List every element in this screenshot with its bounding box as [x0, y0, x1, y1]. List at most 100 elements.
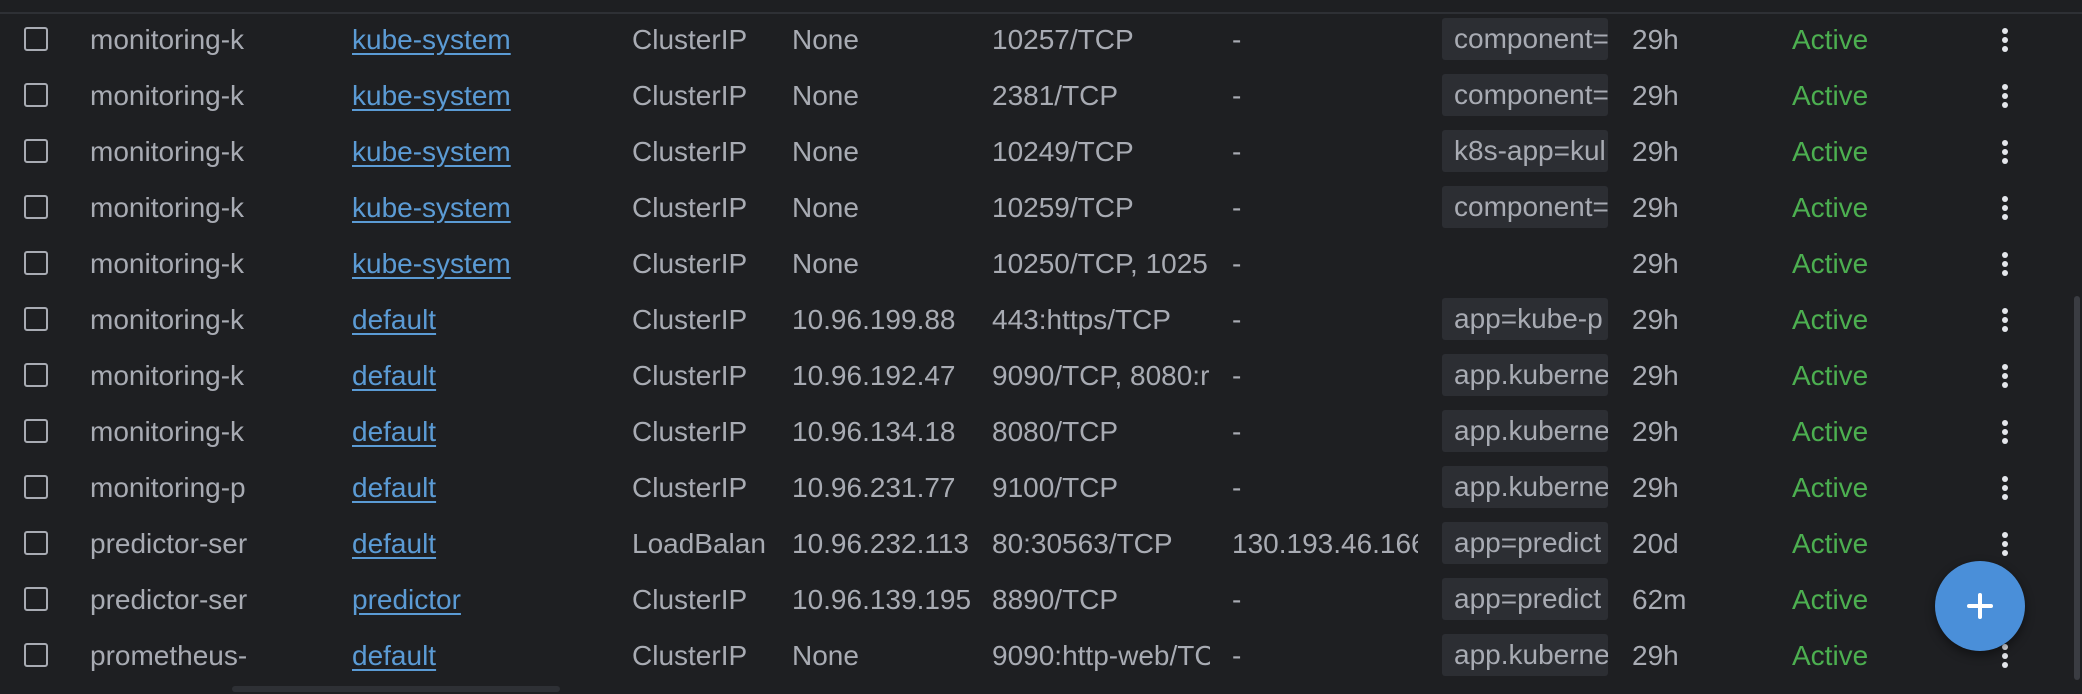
add-resource-button[interactable]	[1935, 561, 2025, 651]
table-row[interactable]: predictor-ser predictor ClusterIP 10.96.139…	[0, 572, 2052, 628]
age: 29h	[1632, 472, 1679, 503]
row-checkbox[interactable]	[24, 195, 48, 219]
row-checkbox[interactable]	[24, 531, 48, 555]
table-row[interactable]: monitoring-k kube-system ClusterIP None 1025…	[0, 12, 2052, 68]
vertical-scrollbar[interactable]	[2072, 0, 2082, 694]
namespace-link[interactable]: kube-system	[352, 248, 511, 279]
namespace-link[interactable]: kube-system	[352, 80, 511, 111]
namespace-link[interactable]: default	[352, 640, 436, 671]
namespace-link[interactable]: predictor	[352, 584, 461, 615]
horizontal-scrollbar-thumb[interactable]	[232, 686, 560, 692]
namespace-link[interactable]: default	[352, 360, 436, 391]
menu-dot	[2002, 541, 2008, 547]
service-name[interactable]: monitoring-k	[90, 124, 258, 180]
service-name[interactable]: monitoring-k	[90, 236, 258, 292]
cluster-ip: 10.96.231.77	[792, 472, 956, 503]
kebab-menu-icon[interactable]	[1990, 124, 2020, 180]
kebab-menu-icon[interactable]	[1990, 236, 2020, 292]
service-name[interactable]: monitoring-p	[90, 460, 258, 516]
namespace-link[interactable]: default	[352, 472, 436, 503]
age: 20d	[1632, 528, 1679, 559]
age: 29h	[1632, 80, 1679, 111]
row-checkbox[interactable]	[24, 475, 48, 499]
age: 62m	[1632, 584, 1687, 615]
cluster-ip: 10.96.192.47	[792, 360, 956, 391]
namespace-link[interactable]: kube-system	[352, 192, 511, 223]
service-name[interactable]: monitoring-k	[90, 348, 258, 404]
table-row[interactable]: monitoring-k default ClusterIP 10.96.134.18…	[0, 404, 2052, 460]
menu-dot	[2002, 550, 2008, 556]
menu-dot	[2002, 28, 2008, 34]
row-checkbox[interactable]	[24, 251, 48, 275]
age: 29h	[1632, 136, 1679, 167]
namespace-cell: predictor	[352, 572, 612, 628]
kebab-menu-icon[interactable]	[1990, 180, 2020, 236]
selector-cell: k8s-app=kul	[1442, 130, 1608, 174]
service-name[interactable]: monitoring-k	[90, 292, 258, 348]
table-row[interactable]: monitoring-k kube-system ClusterIP None 1025…	[0, 236, 2052, 292]
ports: 8080/TCP	[992, 416, 1119, 447]
namespace-link[interactable]: default	[352, 528, 436, 559]
service-type: ClusterIP	[632, 136, 748, 167]
service-name[interactable]: monitoring-k	[90, 68, 258, 124]
namespace-link[interactable]: default	[352, 304, 436, 335]
kebab-menu-icon[interactable]	[1990, 68, 2020, 124]
service-name[interactable]: prometheus-	[90, 628, 258, 684]
selector-badge: app.kuberne	[1442, 634, 1608, 676]
menu-dot	[2002, 364, 2008, 370]
service-name[interactable]: monitoring-k	[90, 180, 258, 236]
table-row[interactable]: monitoring-k default ClusterIP 10.96.199.88…	[0, 292, 2052, 348]
row-checkbox[interactable]	[24, 643, 48, 667]
kebab-menu-icon[interactable]	[1990, 348, 2020, 404]
table-row[interactable]: monitoring-k kube-system ClusterIP None 1025…	[0, 180, 2052, 236]
menu-dot	[2002, 214, 2008, 220]
namespace-link[interactable]: default	[352, 416, 436, 447]
service-name[interactable]: predictor-ser	[90, 572, 258, 628]
service-name[interactable]: monitoring-k	[90, 12, 258, 68]
selector-badge: app.kuberne	[1442, 354, 1608, 396]
selector-badge: k8s-app=kul	[1442, 130, 1608, 172]
table-row[interactable]: monitoring-p default ClusterIP 10.96.231.77…	[0, 460, 2052, 516]
selector-cell: app.kuberne	[1442, 466, 1608, 510]
ports: 9090/TCP, 8080:r	[992, 360, 1210, 391]
selector-cell: app.kuberne	[1442, 410, 1608, 454]
service-type: ClusterIP	[632, 248, 748, 279]
ports: 10249/TCP	[992, 136, 1134, 167]
table-row[interactable]: monitoring-k kube-system ClusterIP None 1024…	[0, 124, 2052, 180]
table-row[interactable]: prometheus-default ClusterIP None 9090:http…	[0, 628, 2052, 684]
row-checkbox[interactable]	[24, 419, 48, 443]
service-type: ClusterIP	[632, 472, 748, 503]
service-name[interactable]: predictor-ser	[90, 516, 258, 572]
selector-badge: component=	[1442, 18, 1608, 60]
kebab-menu-icon[interactable]	[1990, 404, 2020, 460]
kebab-menu-icon[interactable]	[1990, 12, 2020, 68]
external-ip: -	[1232, 248, 1242, 279]
row-checkbox[interactable]	[24, 363, 48, 387]
age: 29h	[1632, 416, 1679, 447]
row-checkbox[interactable]	[24, 139, 48, 163]
namespace-cell: kube-system	[352, 124, 612, 180]
cluster-ip: None	[792, 640, 859, 671]
row-checkbox[interactable]	[24, 307, 48, 331]
menu-dot	[2002, 373, 2008, 379]
namespace-link[interactable]: kube-system	[352, 24, 511, 55]
kebab-menu-icon[interactable]	[1990, 460, 2020, 516]
menu-dot	[2002, 494, 2008, 500]
table-row[interactable]: predictor-ser default LoadBalan 10.96.232.1…	[0, 516, 2052, 572]
table-row[interactable]: monitoring-k default ClusterIP 10.96.192.47…	[0, 348, 2052, 404]
status-text: Active	[1792, 248, 1869, 279]
row-checkbox[interactable]	[24, 83, 48, 107]
table-row[interactable]: monitoring-k kube-system ClusterIP None 2381…	[0, 68, 2052, 124]
selector-cell: component=	[1442, 186, 1608, 230]
row-checkbox[interactable]	[24, 587, 48, 611]
ports: 2381/TCP	[992, 80, 1119, 111]
row-checkbox[interactable]	[24, 27, 48, 51]
vertical-scrollbar-thumb[interactable]	[2074, 296, 2080, 680]
menu-dot	[2002, 532, 2008, 538]
status-text: Active	[1792, 304, 1869, 335]
service-name[interactable]: monitoring-k	[90, 404, 258, 460]
age: 29h	[1632, 640, 1679, 671]
namespace-link[interactable]: kube-system	[352, 136, 511, 167]
kebab-menu-icon[interactable]	[1990, 292, 2020, 348]
menu-dot	[2002, 140, 2008, 146]
